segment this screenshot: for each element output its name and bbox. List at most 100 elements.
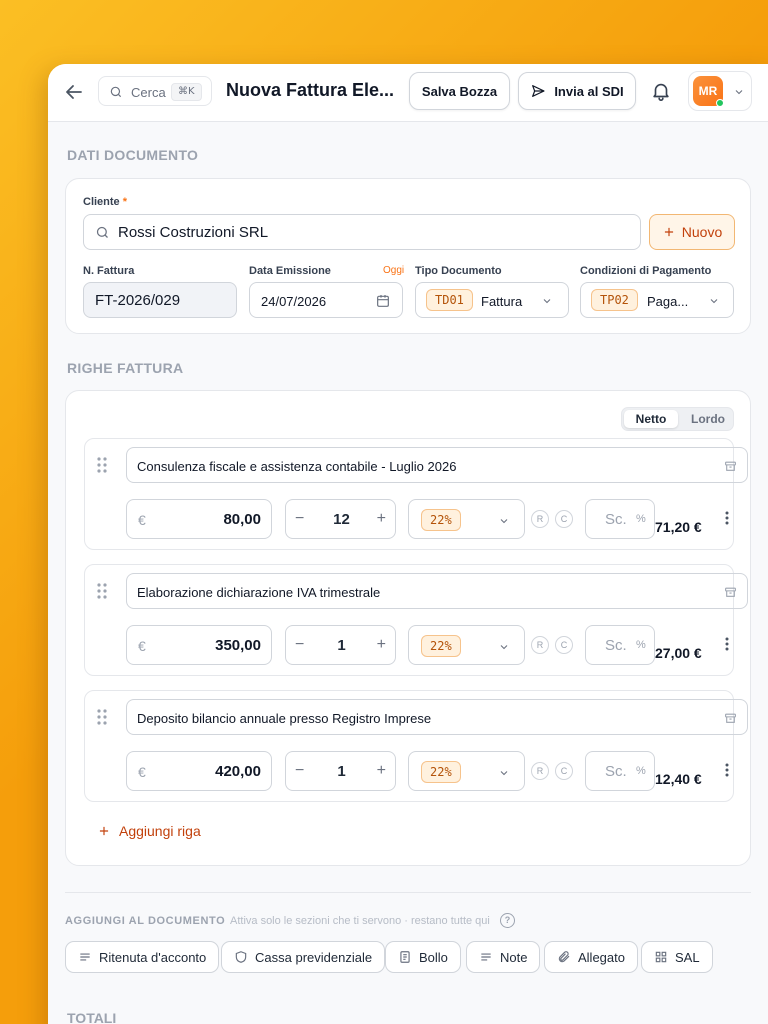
section-title-righe: RIGHE FATTURA	[67, 360, 184, 376]
data-label: Data Emissione	[249, 265, 331, 277]
chip-label: Allegato	[578, 949, 625, 965]
discount-input[interactable]: Sc. %	[585, 625, 655, 665]
increment-button[interactable]: +	[377, 762, 386, 780]
increment-button[interactable]: +	[377, 636, 386, 654]
calendar-icon[interactable]	[375, 293, 391, 309]
line-total: 12,40 €	[655, 771, 702, 787]
chip-bollo[interactable]: Bollo	[385, 941, 461, 973]
tipo-select[interactable]: TD01 Fattura	[415, 282, 569, 318]
vat-badge: 22%	[421, 509, 461, 531]
increment-button[interactable]: +	[377, 510, 386, 528]
pagamento-select[interactable]: TP02 Paga...	[580, 282, 734, 318]
unit-price-input[interactable]: € 80,00	[126, 499, 272, 539]
avatar-initials: MR	[698, 84, 718, 98]
unit-price-value: 350,00	[215, 637, 261, 654]
chip-note[interactable]: Note	[466, 941, 541, 973]
chip-cassa[interactable]: Cassa previdenziale	[221, 941, 386, 973]
flag-r-toggle[interactable]: R	[531, 510, 549, 528]
required-mark: *	[122, 196, 128, 208]
currency-symbol: €	[138, 764, 146, 780]
page-title: Nuova Fattura Ele...	[226, 80, 395, 100]
unit-price-input[interactable]: € 350,00	[126, 625, 272, 665]
vat-select[interactable]: 22%	[408, 751, 525, 791]
drag-handle-icon[interactable]	[97, 457, 107, 473]
bell-icon[interactable]	[650, 80, 672, 102]
flag-c-toggle[interactable]: C	[555, 510, 573, 528]
quantity-stepper[interactable]: − 12 +	[285, 499, 396, 539]
discount-placeholder: Sc.	[605, 637, 627, 654]
flag-c-toggle[interactable]: C	[555, 636, 573, 654]
chip-sal[interactable]: SAL	[641, 941, 713, 973]
pagamento-value: Paga...	[647, 294, 689, 309]
paperclip-icon	[558, 951, 570, 963]
more-options-icon[interactable]	[725, 763, 729, 777]
unit-price-input[interactable]: € 420,00	[126, 751, 272, 791]
line-description-input[interactable]: Deposito bilancio annuale presso Registr…	[126, 699, 748, 735]
user-menu[interactable]: MR	[688, 71, 752, 111]
chip-ritenuta[interactable]: Ritenuta d'acconto	[65, 941, 220, 973]
toggle-lordo[interactable]: Lordo	[684, 410, 732, 428]
chip-label: Cassa previdenziale	[255, 949, 373, 965]
chevron-down-icon	[500, 645, 508, 650]
new-client-label: Nuovo	[681, 224, 723, 240]
flag-r-toggle[interactable]: R	[531, 762, 549, 780]
grid-icon	[655, 951, 667, 963]
quantity-stepper[interactable]: − 1 +	[285, 751, 396, 791]
help-icon[interactable]: ?	[500, 913, 515, 928]
currency-symbol: €	[138, 512, 146, 528]
lines-icon	[481, 953, 491, 961]
chip-allegato[interactable]: Allegato	[544, 941, 638, 973]
discount-input[interactable]: Sc. %	[585, 751, 655, 791]
search-icon	[96, 226, 108, 238]
date-field[interactable]: 24/07/2026	[249, 282, 403, 318]
back-arrow-icon[interactable]	[62, 80, 86, 104]
line-description-input[interactable]: Consulenza fiscale e assistenza contabil…	[126, 447, 748, 483]
numero-field[interactable]: FT-2026/029	[83, 282, 237, 318]
plus-icon	[664, 227, 673, 237]
chip-label: Ritenuta d'acconto	[99, 949, 207, 965]
save-draft-button[interactable]: Salva Bozza	[409, 72, 510, 110]
more-options-icon[interactable]	[725, 637, 729, 651]
new-client-button[interactable]: Nuovo	[649, 214, 735, 250]
cliente-label: Cliente *	[83, 196, 127, 208]
document-card: Cliente * Rossi Costruzioni SRL Nuovo N.…	[65, 178, 751, 334]
discount-input[interactable]: Sc. %	[585, 499, 655, 539]
drag-handle-icon[interactable]	[97, 709, 107, 725]
discount-placeholder: Sc.	[605, 763, 627, 780]
quantity-stepper[interactable]: − 1 +	[285, 625, 396, 665]
send-sdi-label: Invia al SDI	[554, 83, 624, 99]
send-sdi-button[interactable]: Invia al SDI	[518, 72, 636, 110]
archive-icon[interactable]	[724, 586, 737, 599]
cliente-input[interactable]: Rossi Costruzioni SRL	[83, 214, 641, 250]
toggle-netto[interactable]: Netto	[624, 410, 678, 428]
flag-r-toggle[interactable]: R	[531, 636, 549, 654]
tipo-value: Fattura	[481, 294, 523, 309]
send-icon	[532, 85, 545, 97]
drag-handle-icon[interactable]	[97, 583, 107, 599]
search-button[interactable]: Cerca ⌘K	[98, 76, 212, 106]
more-options-icon[interactable]	[725, 511, 729, 525]
archive-icon[interactable]	[724, 712, 737, 725]
section-title-documento: DATI DOCUMENTO	[67, 147, 199, 163]
percent-symbol: %	[636, 513, 646, 525]
pagamento-label: Condizioni di Pagamento	[580, 265, 712, 277]
date-value: 24/07/2026	[261, 294, 327, 309]
numero-label: N. Fattura	[83, 265, 135, 277]
unit-price-value: 420,00	[215, 763, 261, 780]
today-link[interactable]: Oggi	[383, 265, 404, 276]
tipo-code-badge: TD01	[426, 289, 473, 311]
divider	[65, 892, 751, 893]
archive-icon[interactable]	[724, 460, 737, 473]
vat-select[interactable]: 22%	[408, 499, 525, 539]
vat-select[interactable]: 22%	[408, 625, 525, 665]
app-window: Cerca ⌘K Nuova Fattura Ele... Salva Bozz…	[48, 64, 768, 1024]
cliente-value: Rossi Costruzioni SRL	[118, 224, 269, 241]
line-total: 27,00 €	[655, 645, 702, 661]
add-row-button[interactable]: Aggiungi riga	[97, 823, 201, 839]
net-gross-toggle[interactable]: Netto Lordo	[621, 407, 734, 431]
cliente-label-text: Cliente	[83, 196, 120, 208]
line-description-input[interactable]: Elaborazione dichiarazione IVA trimestra…	[126, 573, 748, 609]
flag-c-toggle[interactable]: C	[555, 762, 573, 780]
search-shortcut: ⌘K	[171, 83, 202, 101]
pagamento-code-badge: TP02	[591, 289, 638, 311]
